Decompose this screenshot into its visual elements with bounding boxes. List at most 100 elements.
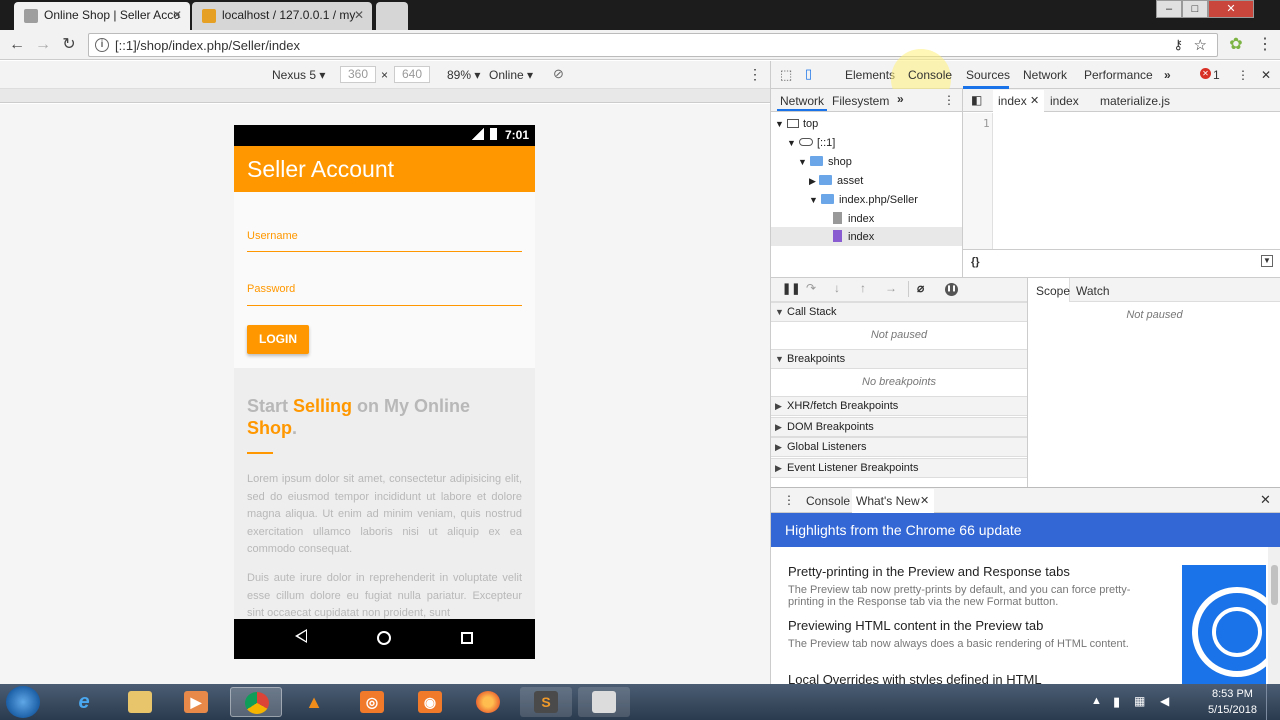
step-into-icon[interactable]: ↓ (834, 281, 840, 295)
device-select[interactable]: Nexus 5 ▾ (272, 68, 325, 82)
taskbar-firefox[interactable] (462, 687, 514, 717)
subtab-filesystem[interactable]: Filesystem (832, 94, 889, 108)
step-over-icon[interactable]: ↷ (806, 281, 816, 295)
breakpoints-header[interactable]: ▼ Breakpoints (771, 349, 1027, 369)
tree-item-index-selected[interactable]: index (833, 228, 874, 246)
back-icon[interactable]: ← (6, 34, 28, 56)
error-count[interactable]: 1 (1213, 68, 1220, 82)
minimize-button[interactable]: – (1156, 0, 1182, 18)
tree-item-host[interactable]: ▼ [::1] (787, 134, 835, 152)
tree-item-shop[interactable]: ▼ shop (798, 153, 852, 171)
drawer-menu-icon[interactable]: ⋮ (783, 493, 795, 507)
chrome-menu-icon[interactable]: ⋮ (1254, 34, 1276, 56)
deactivate-breakpoints-icon[interactable]: ⌀ (917, 281, 924, 295)
volume-tray-icon[interactable]: ◀ (1160, 694, 1169, 708)
toggle-debugger-icon[interactable]: ▼ (1261, 255, 1273, 267)
step-icon[interactable]: → (885, 281, 897, 295)
device-mode-icon[interactable]: ▯ (805, 66, 812, 82)
browser-tab-phpmyadmin[interactable]: localhost / 127.0.0.1 / my ✕ (192, 2, 372, 30)
tab-elements[interactable]: Elements (845, 68, 895, 82)
battery-tray-icon[interactable]: ▮ (1113, 694, 1120, 710)
password-field[interactable] (247, 305, 522, 306)
navigator-menu-icon[interactable]: ⋮ (943, 93, 955, 107)
device-height-input[interactable]: 640 (394, 66, 430, 83)
editor-tab-index[interactable]: index (998, 94, 1027, 108)
tree-item-index[interactable]: index (833, 210, 874, 228)
close-tab-icon[interactable]: ✕ (172, 2, 182, 28)
tab-watch[interactable]: Watch (1076, 284, 1110, 298)
taskbar-ie[interactable]: e (58, 687, 110, 717)
scrollbar[interactable] (1268, 547, 1280, 684)
clock-date[interactable]: 5/15/2018 (1208, 704, 1257, 716)
maximize-button[interactable]: □ (1182, 0, 1208, 18)
close-drawer-tab-icon[interactable]: ✕ (920, 494, 929, 507)
taskbar-app[interactable]: ◎ (346, 687, 398, 717)
error-icon[interactable]: ✕ (1200, 68, 1211, 79)
device-menu-icon[interactable]: ⋮ (748, 66, 762, 83)
drawer-tab-console[interactable]: Console (806, 494, 850, 508)
tray-expand-icon[interactable]: ▲ (1091, 695, 1102, 707)
taskbar-app-3[interactable] (578, 687, 630, 717)
inspect-element-icon[interactable]: ⬚ (780, 67, 792, 83)
more-subtabs-icon[interactable]: » (897, 92, 904, 106)
taskbar-explorer[interactable] (114, 687, 166, 717)
key-icon[interactable]: ⚷ (1173, 37, 1183, 53)
show-desktop-button[interactable] (1266, 684, 1280, 720)
network-tray-icon[interactable]: ▦ (1134, 694, 1145, 708)
close-drawer-icon[interactable]: ✕ (1260, 492, 1271, 508)
tab-network[interactable]: Network (1023, 68, 1067, 82)
dom-breakpoints-header[interactable]: ▶ DOM Breakpoints (771, 417, 1027, 437)
throttle-select[interactable]: Online ▾ (489, 68, 533, 82)
toggle-navigator-icon[interactable]: ◧ (971, 93, 982, 107)
taskbar-chrome[interactable] (230, 687, 282, 717)
close-editor-tab-icon[interactable]: ✕ (1030, 94, 1039, 107)
extension-icon[interactable]: ✿ (1225, 34, 1247, 56)
whats-new-item-title[interactable]: Previewing HTML content in the Preview t… (788, 618, 1043, 633)
browser-tab-online-shop[interactable]: Online Shop | Seller Acco ✕ (14, 2, 190, 30)
event-listener-breakpoints-header[interactable]: ▶ Event Listener Breakpoints (771, 458, 1027, 478)
step-out-icon[interactable]: ↑ (860, 281, 866, 295)
xhr-breakpoints-header[interactable]: ▶ XHR/fetch Breakpoints (771, 396, 1027, 416)
more-tabs-icon[interactable]: » (1164, 68, 1171, 82)
editor-tab-index-2[interactable]: index (1050, 94, 1079, 108)
pause-on-exceptions-icon[interactable]: ❚❚ (945, 283, 958, 296)
clock-time[interactable]: 8:53 PM (1212, 688, 1253, 700)
devtools-menu-icon[interactable]: ⋮ (1237, 68, 1249, 82)
start-button[interactable] (6, 686, 40, 718)
taskbar-vlc[interactable]: ▲ (288, 687, 340, 717)
reload-icon[interactable]: ↻ (58, 34, 80, 56)
bookmark-star-icon[interactable]: ☆ (1194, 36, 1207, 54)
taskbar-sublime[interactable]: S (520, 687, 572, 717)
tab-sources[interactable]: Sources (966, 68, 1010, 82)
username-field[interactable] (247, 251, 522, 252)
tree-item-seller[interactable]: ▼ index.php/Seller (809, 191, 918, 209)
info-icon[interactable]: i (95, 38, 109, 52)
address-bar[interactable]: i [::1]/shop/index.php/Seller/index ⚷ ☆ (88, 33, 1218, 57)
scrollbar-thumb[interactable] (1271, 565, 1278, 605)
close-devtools-icon[interactable]: ✕ (1261, 68, 1271, 82)
tab-console[interactable]: Console (908, 68, 952, 82)
nav-recents-icon[interactable] (461, 632, 473, 644)
pause-icon[interactable]: ❚❚ (782, 282, 800, 295)
zoom-select[interactable]: 89% ▾ (447, 68, 480, 82)
device-width-input[interactable]: 360 (340, 66, 376, 83)
close-window-button[interactable]: ✕ (1208, 0, 1254, 18)
new-tab-button[interactable] (376, 2, 408, 30)
global-listeners-header[interactable]: ▶ Global Listeners (771, 437, 1027, 457)
taskbar-media-player[interactable]: ▶ (170, 687, 222, 717)
drawer-tab-whats-new[interactable]: What's New (856, 494, 920, 508)
tab-scope[interactable]: Scope (1036, 284, 1070, 298)
forward-icon[interactable]: → (32, 34, 54, 56)
call-stack-header[interactable]: ▼ Call Stack (771, 302, 1027, 322)
tree-item-top[interactable]: ▼ top (775, 115, 818, 133)
close-tab-icon[interactable]: ✕ (354, 2, 364, 28)
whats-new-item-title[interactable]: Local Overrides with styles defined in H… (788, 672, 1042, 684)
nav-home-icon[interactable] (377, 631, 391, 645)
taskbar-app-2[interactable]: ◉ (404, 687, 456, 717)
editor-tab-materialize[interactable]: materialize.js (1100, 94, 1170, 108)
whats-new-item-title[interactable]: Pretty-printing in the Preview and Respo… (788, 564, 1070, 579)
login-button[interactable]: LOGIN (247, 325, 309, 354)
pretty-print-button[interactable]: {} (971, 256, 980, 268)
tree-item-asset[interactable]: ▶ asset (809, 172, 863, 190)
subtab-network[interactable]: Network (780, 94, 824, 108)
